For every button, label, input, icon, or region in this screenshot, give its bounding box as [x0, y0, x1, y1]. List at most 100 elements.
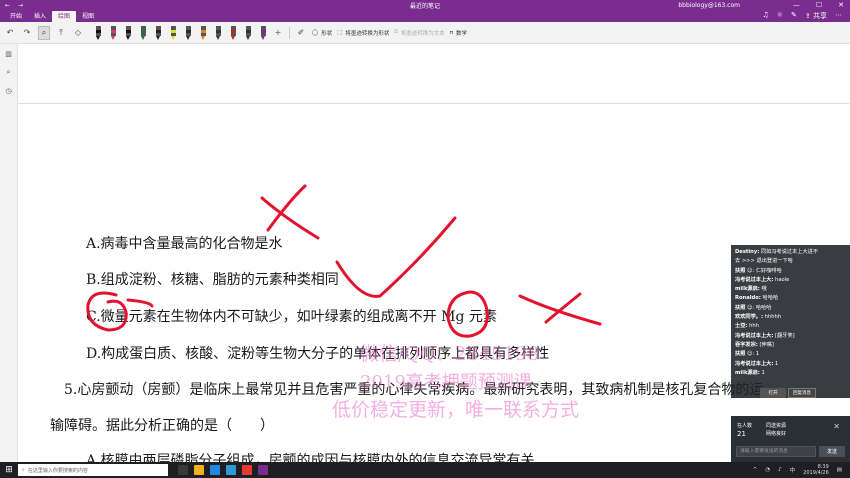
share-icon: ⇪	[804, 12, 811, 20]
title-bar: ← → 最近的笔记 bbbiology@163.com — ☐ ✕	[0, 0, 850, 10]
watermark-slogan: 低价稳定更新，唯一联系方式	[332, 399, 580, 421]
chat-message-user: 冯考说过本上大:	[735, 332, 774, 339]
watermark-title: 2019高考押题预测课	[360, 372, 532, 393]
pen-0-icon[interactable]	[95, 25, 102, 40]
chat-message: 冯考说过本上大: haole	[735, 276, 846, 285]
recent-icon[interactable]: ◷	[5, 87, 11, 95]
pen-5-icon[interactable]	[170, 25, 177, 40]
taskbar-app-4-icon[interactable]	[242, 465, 252, 475]
network-status: 网络良好	[766, 431, 787, 437]
pen-2-icon[interactable]	[125, 25, 132, 40]
search-icon: ⌕	[22, 467, 25, 473]
pen-palette	[95, 25, 267, 40]
more-icon[interactable]: ⋯	[835, 11, 842, 21]
tab-insert[interactable]: 插入	[28, 11, 52, 22]
network-label: 同送资源	[766, 423, 787, 429]
chat-footer: 在人数 21 同送资源 网络良好 ✕ 请输入需要发送的消息 发送	[731, 416, 850, 462]
pen-6-icon[interactable]	[185, 25, 192, 40]
minimize-icon[interactable]: —	[793, 1, 800, 9]
share-label: 共享	[813, 12, 827, 20]
taskbar-search[interactable]: ⌕ 在这里输入你要搜索的内容	[18, 464, 168, 476]
chat-reply-button[interactable]: 回复消息	[788, 388, 816, 398]
lightbulb-icon[interactable]: ☼	[777, 11, 783, 21]
undo-icon: ↶	[6, 28, 14, 37]
volume-icon[interactable]: ♪	[778, 467, 782, 473]
taskbar-app-0-icon[interactable]	[178, 465, 188, 475]
chat-message-user: 吞字发宗:	[735, 341, 758, 348]
pen-3-icon[interactable]	[140, 25, 147, 40]
undo-button[interactable]: ↶	[4, 26, 16, 40]
math-button[interactable]: π 数学	[450, 29, 467, 37]
input-language[interactable]: 中	[790, 466, 796, 474]
ruler-button[interactable]: ✐	[295, 26, 307, 40]
chat-message: milk源启: 1	[735, 369, 846, 378]
taskbar-app-5-icon[interactable]	[258, 465, 268, 475]
pen-10-icon[interactable]	[245, 25, 252, 40]
chat-message-input[interactable]: 请输入需要发送的消息	[736, 446, 816, 457]
chat-message: 去 >>> 退出登进一下哈	[735, 257, 846, 266]
insert-space-icon: ⤒	[59, 27, 63, 37]
share-button[interactable]: ⇪ 共享	[805, 11, 827, 21]
ink-to-shape-label: 将墨迹转换为形状	[345, 30, 390, 37]
chat-message-text: 哦	[761, 286, 767, 293]
redo-button[interactable]: ↷	[21, 26, 33, 40]
chat-message: milk源启: 哦	[735, 285, 846, 294]
pen-1-icon[interactable]	[110, 25, 117, 40]
chat-message-text: 哈哈哈	[762, 295, 779, 302]
taskbar-app-1-icon[interactable]	[194, 465, 204, 475]
chat-message-text: ☺: 哈哈哈	[747, 304, 772, 311]
pen-8-icon[interactable]	[215, 25, 222, 40]
redo-icon: ↷	[23, 28, 31, 37]
pen-icon[interactable]: ✎	[791, 11, 797, 21]
chat-stats: 在人数 21 同送资源 网络良好	[737, 422, 786, 438]
math-icon: π	[449, 29, 454, 36]
chat-message: 冯考说过本上大: 1	[735, 360, 846, 369]
maximize-icon[interactable]: ☐	[816, 1, 822, 9]
chat-open-button[interactable]: 打开	[760, 388, 786, 398]
pen-9-icon[interactable]	[230, 25, 237, 40]
tab-draw[interactable]: 绘图	[52, 11, 77, 22]
chat-message-user: milk源启:	[735, 369, 760, 376]
window-controls: — ☐ ✕	[793, 1, 844, 9]
ink-to-text-button[interactable]: ⌸ 将墨迹转换为文本	[394, 29, 444, 37]
chat-close-icon[interactable]: ✕	[833, 422, 840, 431]
chat-message: 欢欢同学。: hhhhh	[735, 313, 846, 322]
lasso-select-button[interactable]: ⌕	[38, 25, 50, 40]
chat-message-text: 1	[775, 360, 779, 367]
pen-7-icon[interactable]	[200, 25, 207, 40]
notifications-icon[interactable]: ▤	[837, 467, 842, 473]
chat-message: 扶照 ☺: 1	[735, 350, 846, 359]
account-label[interactable]: bbbiology@163.com	[678, 2, 740, 9]
draw-toolbar: ↶ ↷ ⌕ ⤒ ◇ + ✐ ◯ 形状 ⬚ 将墨迹转换为形状 ⌸ 将墨迹转换为文本 π数…	[0, 22, 850, 44]
shapes-button[interactable]: ◯ 形状	[312, 29, 332, 37]
taskbar-app-2-icon[interactable]	[210, 465, 220, 475]
tab-view[interactable]: 视图	[76, 11, 100, 22]
network-icon[interactable]: ◔	[765, 467, 770, 473]
chat-send-button[interactable]: 发送	[819, 446, 845, 457]
tab-home[interactable]: 开始	[4, 11, 28, 22]
notebooks-icon[interactable]: ▥	[5, 50, 12, 58]
chat-message-user: 欢欢同学。:	[735, 314, 764, 321]
search-icon[interactable]: ⌕	[7, 68, 11, 77]
toolbar-divider	[289, 26, 290, 39]
windows-start-icon[interactable]: ⊞	[0, 462, 18, 478]
eraser-button[interactable]: ◇	[72, 26, 84, 40]
ruler-icon: ✐	[297, 28, 305, 37]
chat-message: 扶照 ☺: 哈哈哈	[735, 304, 846, 313]
chat-message-text: [伸嘴]	[759, 341, 774, 348]
chat-message-user: Destiny:	[735, 249, 760, 255]
chat-message-user: 扶照	[735, 304, 746, 311]
pen-4-icon[interactable]	[155, 25, 162, 40]
chat-message-text: hhhhh	[764, 314, 782, 321]
bell-icon[interactable]: ♫	[762, 11, 768, 21]
add-space-button[interactable]: ⤒	[55, 26, 67, 40]
chat-message-user: 冯考说过本上大:	[735, 276, 774, 283]
ink-to-shape-button[interactable]: ⬚ 将墨迹转换为形状	[337, 29, 389, 37]
taskbar-clock[interactable]: 8:39 2019/4/26	[803, 464, 829, 477]
tray-arrow-icon[interactable]: ^	[753, 467, 758, 473]
add-pen-button[interactable]: +	[272, 26, 284, 40]
pen-11-icon[interactable]	[260, 25, 267, 40]
close-icon[interactable]: ✕	[838, 1, 844, 9]
chat-message: 冯考说过本上大: [翻牙笑]	[735, 332, 846, 341]
taskbar-app-3-icon[interactable]	[226, 465, 236, 475]
